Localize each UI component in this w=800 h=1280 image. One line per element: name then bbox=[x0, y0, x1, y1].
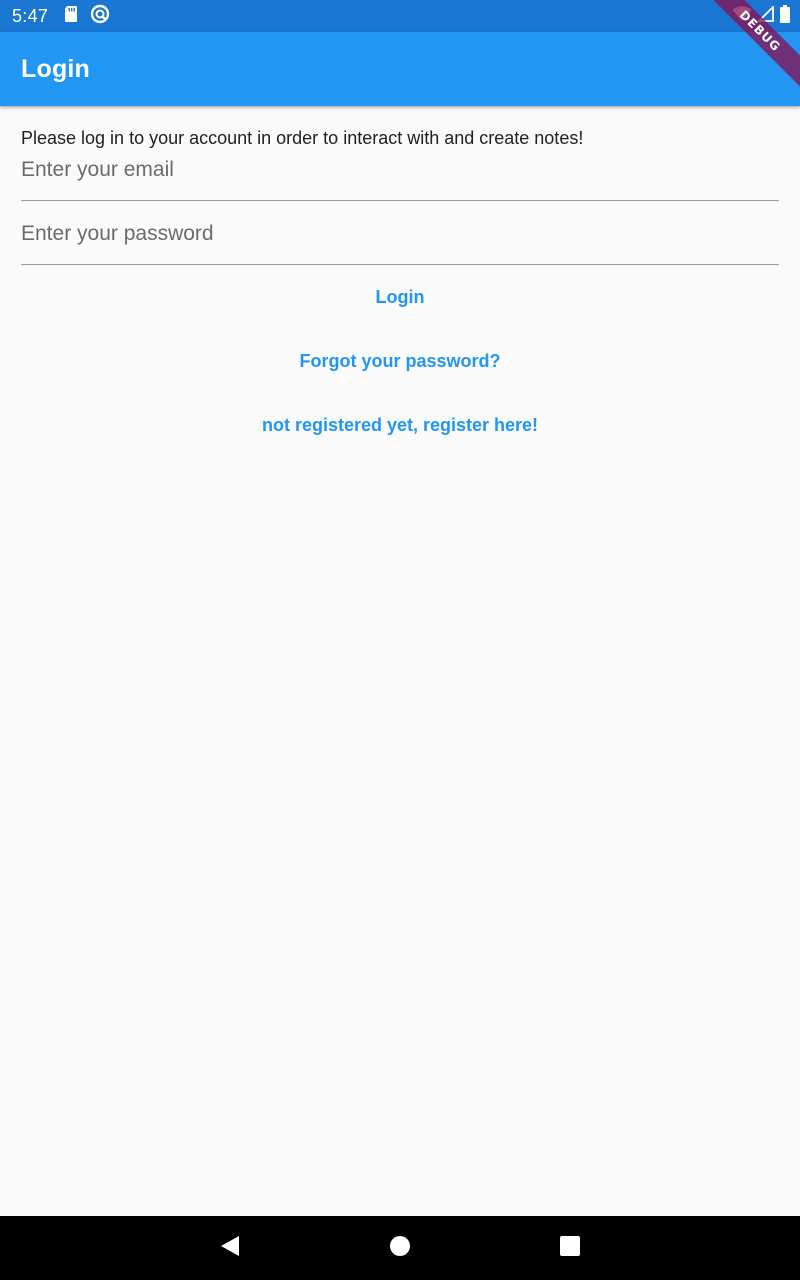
signal-icon bbox=[756, 4, 774, 27]
register-button[interactable]: not registered yet, register here! bbox=[21, 393, 779, 457]
password-input[interactable] bbox=[21, 222, 779, 246]
status-right-icons bbox=[732, 0, 790, 32]
page-title: Login bbox=[21, 54, 91, 83]
intro-text: Please log in to your account in order t… bbox=[21, 128, 584, 148]
forgot-password-button[interactable]: Forgot your password? bbox=[21, 329, 779, 393]
back-button[interactable] bbox=[209, 1227, 251, 1269]
system-nav-bar bbox=[0, 1216, 800, 1280]
home-icon bbox=[389, 1235, 411, 1262]
login-button[interactable]: Login bbox=[21, 265, 779, 329]
wifi-icon bbox=[732, 5, 752, 27]
recents-icon bbox=[560, 1235, 580, 1261]
email-input[interactable] bbox=[21, 158, 779, 182]
status-bar: 5:47 bbox=[0, 0, 800, 32]
sd-card-icon bbox=[64, 5, 78, 28]
status-left-icons bbox=[64, 4, 110, 29]
login-form: Please log in to your account in order t… bbox=[21, 106, 779, 457]
login-screen: 5:47 Login DEBUG Please log in to your a… bbox=[0, 0, 800, 1280]
status-time: 5:47 bbox=[12, 5, 49, 26]
sync-icon bbox=[90, 4, 110, 29]
home-button[interactable] bbox=[379, 1227, 421, 1269]
email-field[interactable] bbox=[21, 150, 779, 201]
back-icon bbox=[220, 1235, 240, 1262]
app-bar: Login bbox=[0, 32, 800, 106]
battery-icon bbox=[780, 4, 790, 28]
recents-button[interactable] bbox=[549, 1227, 591, 1269]
password-field[interactable] bbox=[21, 201, 779, 265]
